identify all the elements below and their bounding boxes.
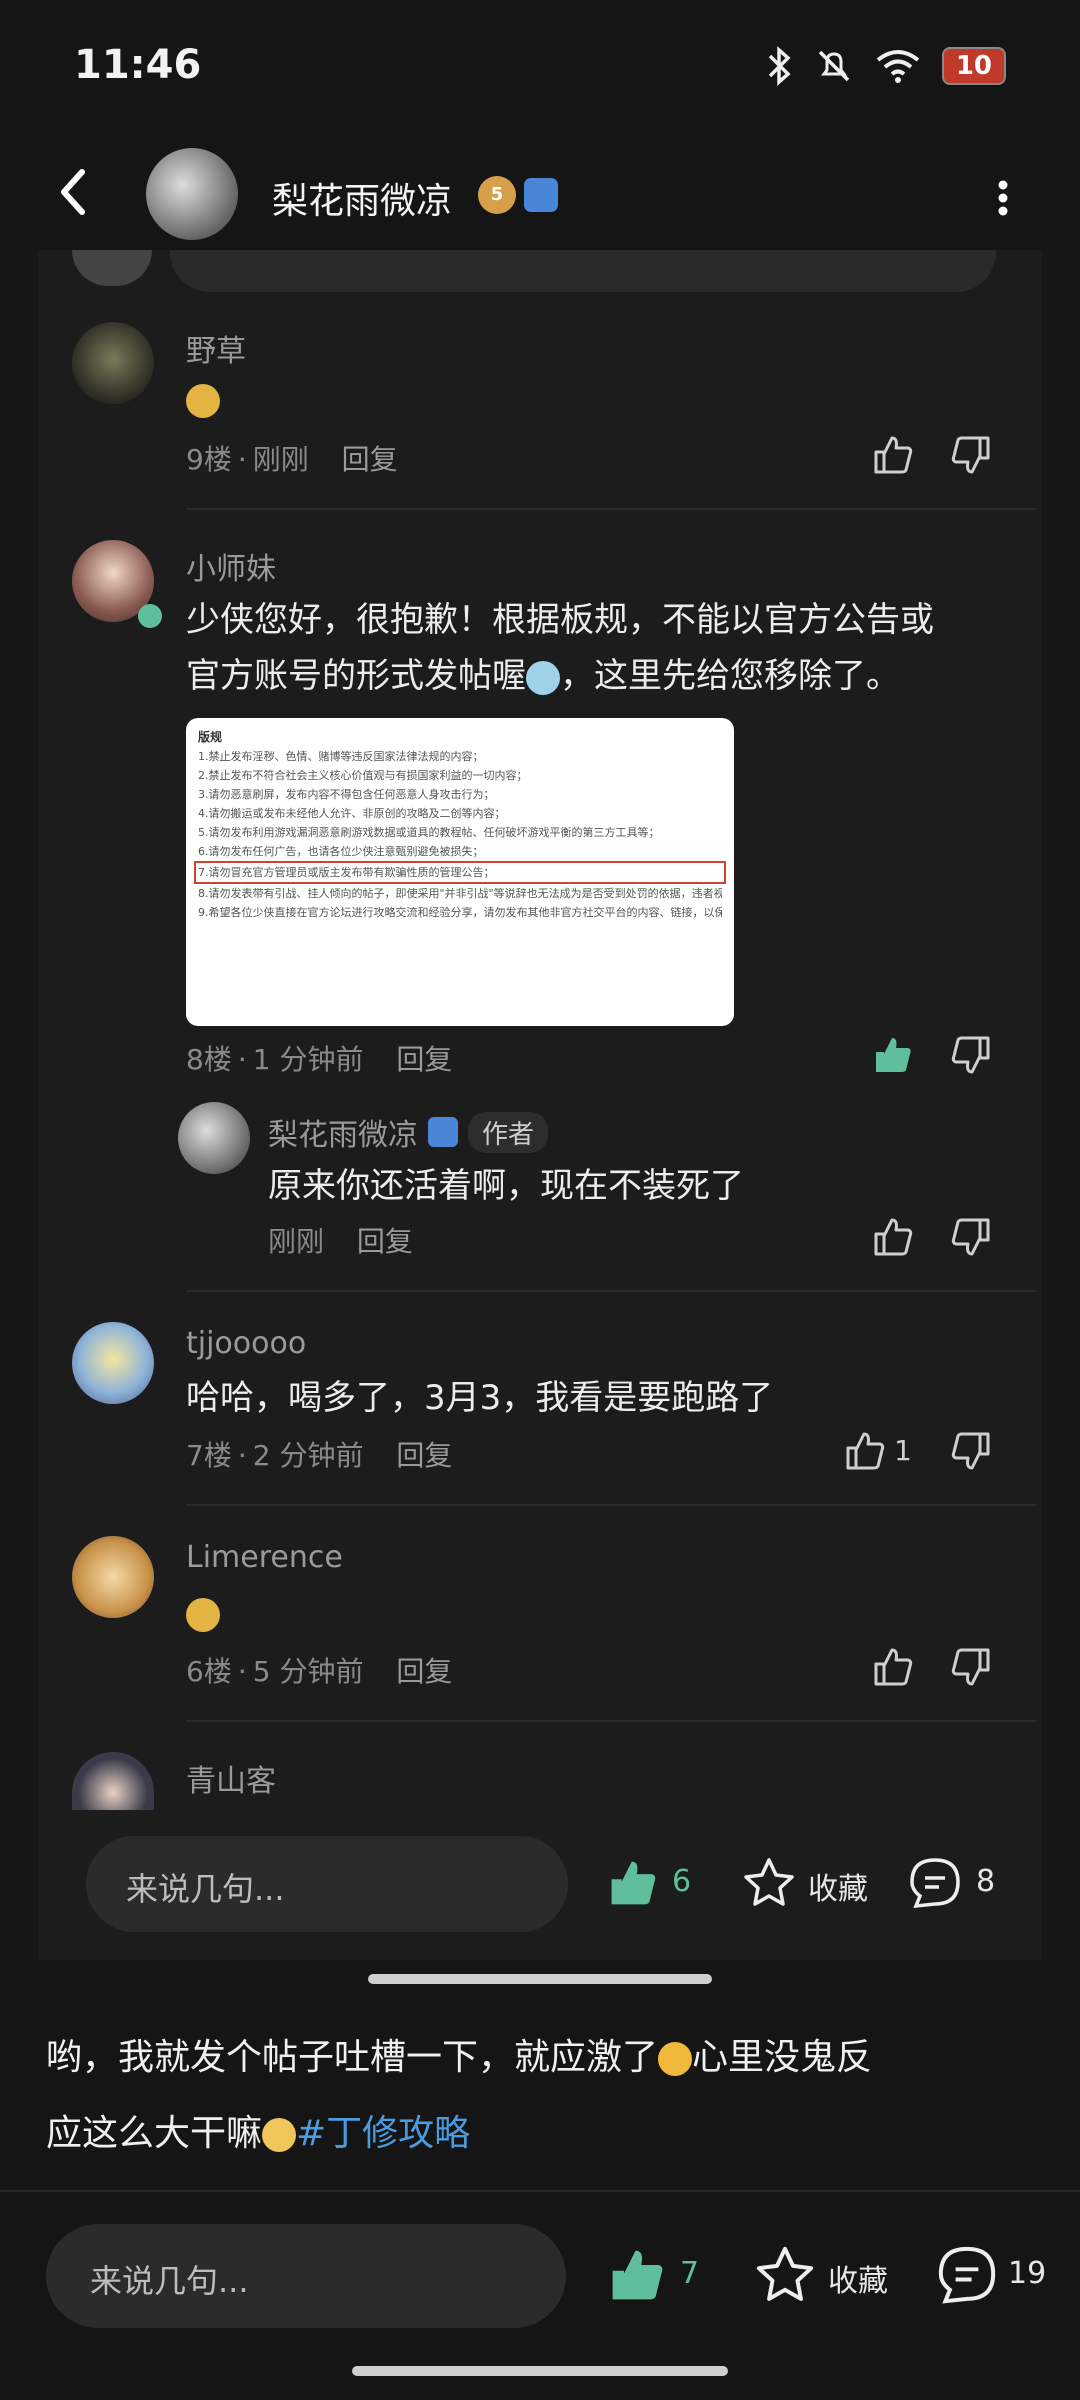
verified-game-icon: [428, 1117, 458, 1147]
thumbs-up-icon[interactable]: [870, 432, 916, 478]
comment-text: 少侠您好，很抱歉！根据板规，不能以官方公告或 官方账号的形式发帖喔 ，这里先给您移…: [186, 600, 934, 696]
commenter-avatar[interactable]: [72, 322, 154, 404]
reply-meta: 刚刚 回复: [268, 1225, 413, 1258]
highlighted-rule: 7.请勿冒充官方管理员或版主发布带有欺骗性质的管理公告；: [194, 861, 726, 884]
reply-username[interactable]: 梨花雨微凉: [268, 1110, 418, 1154]
divider: [186, 1290, 1036, 1292]
thumbs-up-active-icon[interactable]: [870, 1032, 916, 1078]
post-body: 哟，我就发个帖子吐槽一下，就应激了 心里没鬼反 应这么大干嘛 #丁修攻略: [46, 2037, 873, 2154]
panel-drag-handle[interactable]: [368, 1974, 712, 1984]
comment-username[interactable]: 野草: [186, 326, 246, 370]
bluetooth-icon: [768, 46, 791, 86]
comment-meta: 7楼 · 2 分钟前 回复: [186, 1439, 453, 1472]
author-name[interactable]: 梨花雨微凉: [272, 172, 452, 224]
like-icon[interactable]: [604, 2242, 670, 2308]
status-bar: 11:46 10: [0, 0, 1080, 130]
like-count: 6: [672, 1864, 692, 1899]
favorite-label[interactable]: 收藏: [828, 2256, 888, 2300]
reply-button[interactable]: 回复: [357, 1225, 413, 1258]
comment-meta: 8楼 · 1 分钟前 回复: [186, 1043, 453, 1076]
reply-button[interactable]: 回复: [396, 1439, 452, 1472]
divider: [186, 1504, 1036, 1506]
reply-button[interactable]: 回复: [342, 443, 398, 476]
emoji-sticker: [186, 384, 220, 418]
verified-game-icon: [524, 178, 558, 212]
like-count: 7: [680, 2256, 700, 2291]
comment-username[interactable]: tjjooooo: [186, 1326, 306, 1361]
emoji-inline: [526, 660, 560, 695]
author-tag: 作者: [468, 1111, 549, 1153]
rules-screenshot-image[interactable]: 版规 1.禁止发布淫秽、色情、赌博等违反国家法律法规的内容； 2.禁止发布不符合…: [186, 718, 734, 1026]
reply-text: 原来你还活着啊，现在不装死了: [268, 1166, 744, 1206]
emoji-inline: [262, 2118, 297, 2152]
comments-panel[interactable]: [38, 250, 1042, 1810]
comment-count: 8: [976, 1864, 996, 1899]
thumbs-up-icon[interactable]: [870, 1214, 916, 1260]
emoji-sticker: [186, 1598, 220, 1632]
system-icons: 10: [764, 46, 1006, 86]
thumbs-down-icon[interactable]: [948, 1428, 994, 1474]
star-icon[interactable]: [740, 1854, 798, 1912]
battery-level: 10: [941, 47, 1006, 85]
thumbs-down-icon[interactable]: [948, 1644, 994, 1690]
reply-header: 梨花雨微凉 作者: [268, 1110, 549, 1154]
divider: [186, 1720, 1036, 1722]
commenter-avatar[interactable]: [72, 1322, 154, 1404]
thumbs-down-icon[interactable]: [948, 1214, 994, 1260]
star-icon[interactable]: [752, 2242, 818, 2308]
level-badge: 5: [478, 176, 516, 214]
back-arrow-icon[interactable]: [50, 162, 100, 222]
comment-meta: 9楼 · 刚刚 回复: [186, 443, 398, 476]
comment-meta: 6楼 · 5 分钟前 回复: [186, 1655, 453, 1688]
previous-reply-box: [170, 250, 996, 292]
wifi-icon: [876, 50, 920, 83]
emoji-inline: [658, 2042, 693, 2076]
like-icon[interactable]: [604, 1854, 662, 1912]
reply-button[interactable]: 回复: [396, 1655, 452, 1688]
hashtag-link[interactable]: #丁修攻略: [296, 2113, 470, 2154]
mute-icon: [818, 50, 850, 82]
status-time: 11:46: [74, 42, 202, 88]
commenter-avatar[interactable]: [72, 1536, 154, 1618]
divider: [0, 2190, 1080, 2192]
author-avatar[interactable]: [146, 148, 238, 240]
home-indicator[interactable]: [352, 2366, 728, 2376]
thumbs-up-icon[interactable]: [842, 1428, 888, 1474]
comment-text: 哈哈，喝多了，3月3，我看是要跑路了: [186, 1378, 774, 1418]
comment-username[interactable]: 青山客: [186, 1756, 276, 1800]
comment-icon[interactable]: [906, 1854, 964, 1912]
verified-icon: [138, 604, 162, 628]
comment-username[interactable]: Limerence: [186, 1540, 343, 1575]
comment-icon[interactable]: [934, 2242, 1000, 2308]
more-options-icon[interactable]: [998, 180, 1008, 216]
panel-comment-input[interactable]: 来说几句...: [86, 1836, 568, 1932]
thumbs-up-icon[interactable]: [870, 1644, 916, 1690]
thumbs-down-icon[interactable]: [948, 1032, 994, 1078]
comment-count: 19: [1008, 2256, 1047, 2291]
comment-username[interactable]: 小师妹: [186, 544, 276, 588]
favorite-label[interactable]: 收藏: [808, 1864, 868, 1908]
reply-button[interactable]: 回复: [396, 1043, 452, 1076]
author-reply-avatar[interactable]: [178, 1102, 250, 1174]
like-count: 1: [894, 1434, 912, 1467]
comment-input[interactable]: 来说几句...: [46, 2224, 566, 2328]
thumbs-down-icon[interactable]: [948, 432, 994, 478]
divider: [186, 508, 1036, 510]
